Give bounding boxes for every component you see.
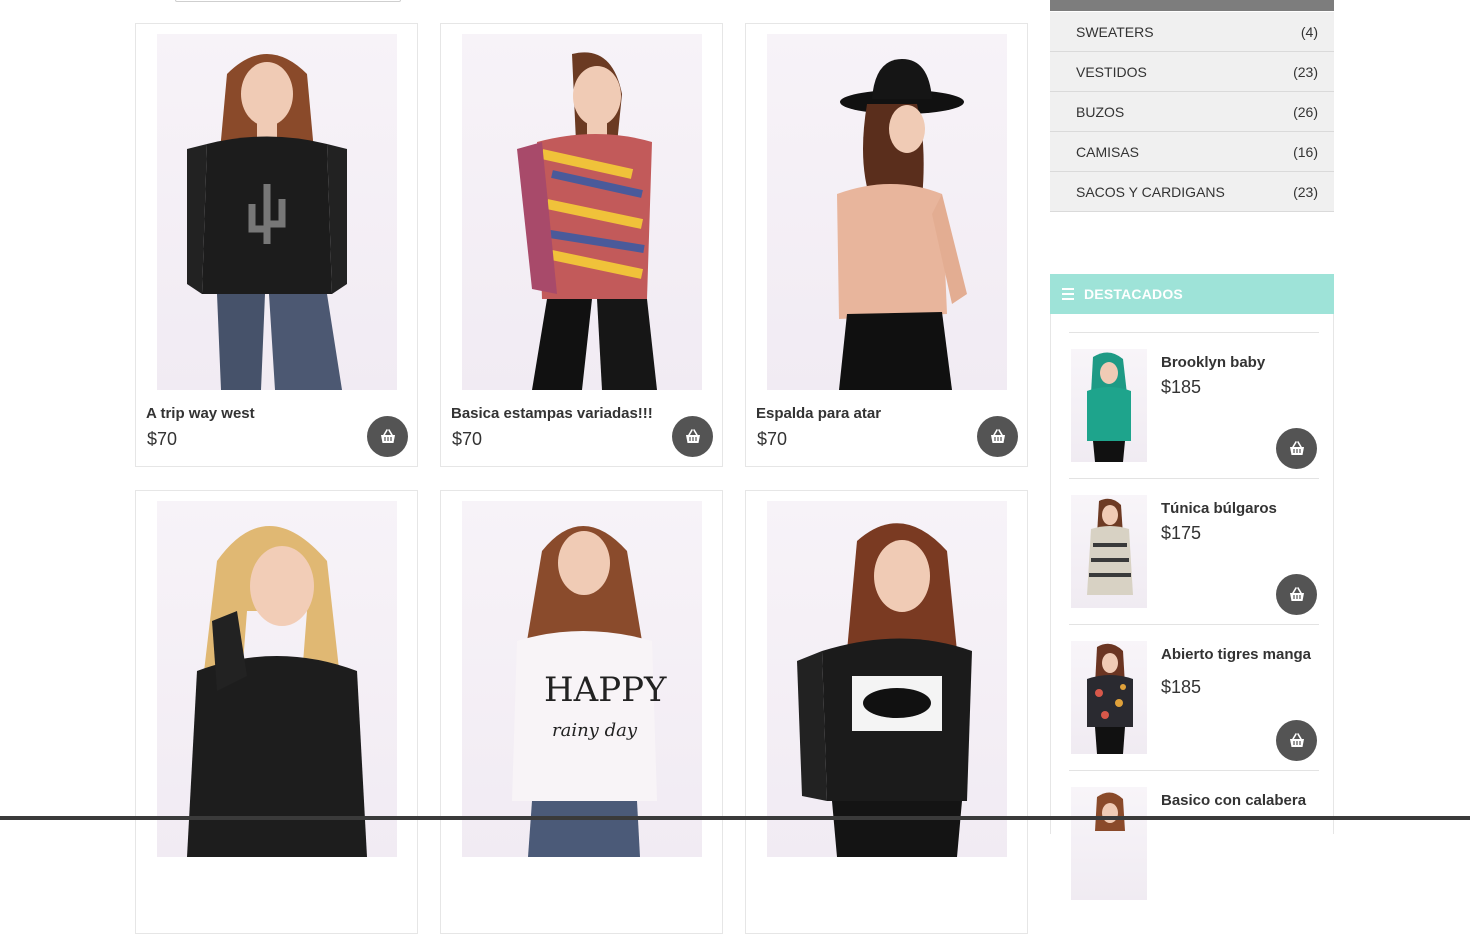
featured-price: $175 xyxy=(1161,523,1202,543)
featured-price: $185 xyxy=(1161,677,1202,697)
category-item-sweaters[interactable]: SWEATERS (4) xyxy=(1050,12,1334,52)
featured-header: DESTACADOS xyxy=(1050,274,1334,314)
category-count: (4) xyxy=(1300,23,1318,40)
search-input[interactable] xyxy=(175,0,401,2)
svg-text:HAPPY: HAPPY xyxy=(544,670,667,710)
category-item-vestidos[interactable]: VESTIDOS (23) xyxy=(1050,52,1334,92)
svg-text:rainy day: rainy day xyxy=(552,720,638,741)
featured-title: DESTACADOS xyxy=(1084,286,1183,302)
featured-thumbnail[interactable] xyxy=(1071,495,1147,608)
product-image[interactable] xyxy=(767,34,1007,390)
featured-name[interactable]: Túnica búlgaros xyxy=(1161,500,1277,517)
add-to-cart-button[interactable] xyxy=(1276,574,1317,615)
menu-lines-icon xyxy=(1062,288,1074,300)
product-card[interactable]: HAPPY rainy day xyxy=(440,490,723,934)
featured-price: $185 xyxy=(1161,377,1202,397)
shopping-basket-icon xyxy=(989,428,1006,444)
featured-name[interactable]: Abierto tigres manga xyxy=(1161,646,1311,663)
featured-item[interactable]: Túnica búlgaros $175 xyxy=(1069,478,1319,625)
category-count: (16) xyxy=(1293,143,1318,160)
add-to-cart-button[interactable] xyxy=(367,416,408,457)
shopping-basket-icon xyxy=(1288,732,1305,748)
featured-thumbnail[interactable] xyxy=(1071,787,1147,900)
product-card[interactable]: Espalda para atar $70 xyxy=(745,23,1028,467)
featured-thumbnail[interactable] xyxy=(1071,349,1147,462)
product-card[interactable] xyxy=(135,490,418,934)
featured-item[interactable]: Basico con calabera xyxy=(1069,770,1319,917)
category-label: SWEATERS xyxy=(1076,23,1154,40)
product-image[interactable] xyxy=(767,501,1007,857)
category-count: (23) xyxy=(1293,183,1318,200)
category-label: BUZOS xyxy=(1076,103,1125,120)
shopping-basket-icon xyxy=(684,428,701,444)
category-label: VESTIDOS xyxy=(1076,63,1147,80)
product-price: $70 xyxy=(757,429,788,449)
product-card[interactable] xyxy=(745,490,1028,934)
bottom-edge xyxy=(0,816,1470,820)
featured-list: Brooklyn baby $185 Túnica búlgaros $175 xyxy=(1050,314,1334,900)
product-image[interactable] xyxy=(157,501,397,857)
product-price: $70 xyxy=(147,429,178,449)
product-name[interactable]: Basica estampas variadas!!! xyxy=(451,405,653,422)
category-count: (26) xyxy=(1293,103,1318,120)
category-label: SACOS Y CARDIGANS xyxy=(1076,183,1225,200)
featured-name[interactable]: Brooklyn baby xyxy=(1161,354,1265,371)
featured-name[interactable]: Basico con calabera xyxy=(1161,792,1306,809)
category-count: (23) xyxy=(1293,63,1318,80)
add-to-cart-button[interactable] xyxy=(1276,428,1317,469)
add-to-cart-button[interactable] xyxy=(672,416,713,457)
product-image[interactable]: HAPPY rainy day xyxy=(462,501,702,857)
product-name[interactable]: A trip way west xyxy=(146,405,255,422)
add-to-cart-button[interactable] xyxy=(977,416,1018,457)
product-image[interactable] xyxy=(157,34,397,390)
category-item-sacos-y-cardigans[interactable]: SACOS Y CARDIGANS (23) xyxy=(1050,172,1334,212)
product-price: $70 xyxy=(452,429,483,449)
product-name[interactable]: Espalda para atar xyxy=(756,405,881,422)
category-list: SWEATERS (4) VESTIDOS (23) BUZOS (26) CA… xyxy=(1050,12,1334,212)
add-to-cart-button[interactable] xyxy=(1276,720,1317,761)
shopping-basket-icon xyxy=(379,428,396,444)
product-card[interactable]: A trip way west $70 xyxy=(135,23,418,467)
shopping-basket-icon xyxy=(1288,440,1305,456)
featured-item[interactable]: Brooklyn baby $185 xyxy=(1069,332,1319,479)
product-card[interactable]: Basica estampas variadas!!! $70 xyxy=(440,23,723,467)
shopping-basket-icon xyxy=(1288,586,1305,602)
featured-thumbnail[interactable] xyxy=(1071,641,1147,754)
featured-item[interactable]: Abierto tigres manga $185 xyxy=(1069,624,1319,771)
product-image[interactable] xyxy=(462,34,702,390)
category-header xyxy=(1050,0,1334,11)
category-item-buzos[interactable]: BUZOS (26) xyxy=(1050,92,1334,132)
category-item-camisas[interactable]: CAMISAS (16) xyxy=(1050,132,1334,172)
category-label: CAMISAS xyxy=(1076,143,1140,160)
